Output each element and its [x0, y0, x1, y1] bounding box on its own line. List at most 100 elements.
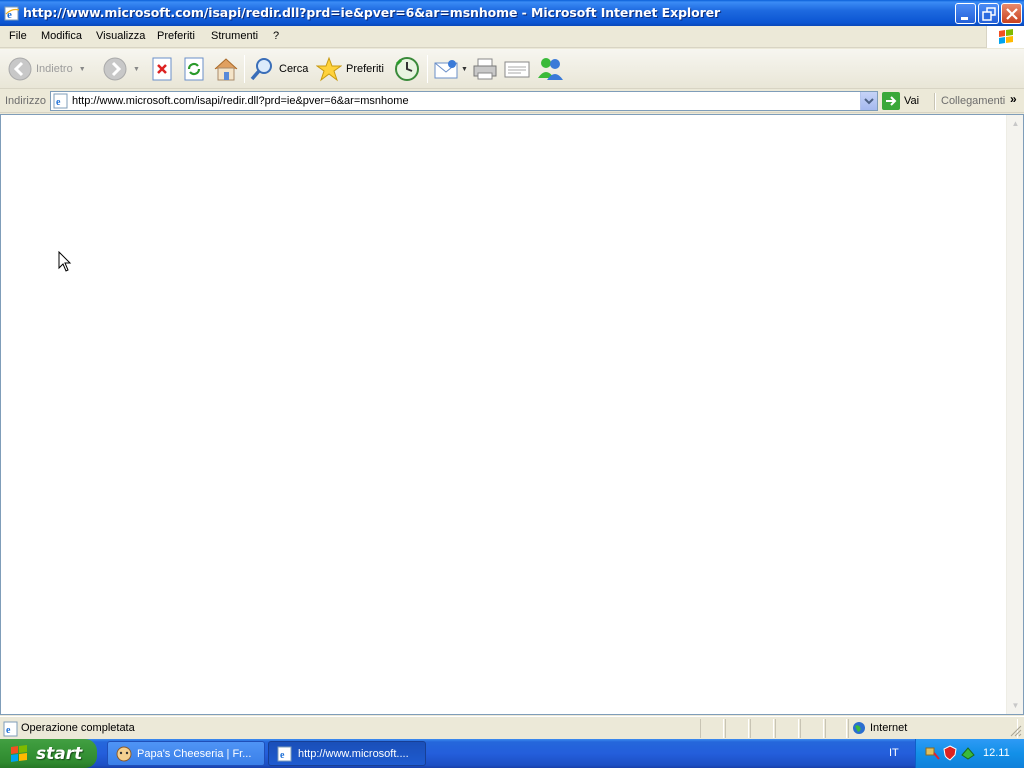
- minimize-button[interactable]: [955, 3, 976, 24]
- windows-flag-icon: [999, 29, 1013, 44]
- start-button[interactable]: start: [0, 739, 97, 768]
- close-button[interactable]: [1001, 3, 1022, 24]
- chevron-down-icon[interactable]: ▼: [79, 66, 86, 73]
- ie-page-icon: e: [53, 93, 68, 109]
- chevron-down-icon: [864, 98, 874, 105]
- search-icon: [250, 58, 272, 81]
- refresh-icon: [184, 57, 204, 81]
- mouse-cursor-icon: [58, 251, 72, 272]
- taskbar-item-cheeseria[interactable]: Papa's Cheeseria | Fr...: [107, 741, 265, 766]
- restore-icon: [982, 7, 996, 21]
- windows-logo: [986, 26, 1024, 48]
- page-content[interactable]: ▲ ▼: [0, 114, 1024, 715]
- star-icon: [316, 56, 342, 82]
- taskbar: start Papa's Cheeseria | Fr... e http://…: [0, 739, 1024, 768]
- home-button[interactable]: [213, 53, 239, 85]
- windows-flag-icon: [11, 744, 27, 762]
- minimize-icon: [961, 17, 968, 20]
- menu-visualizza[interactable]: Visualizza: [96, 30, 145, 42]
- edit-page-icon: [504, 61, 530, 78]
- edit-button[interactable]: [503, 53, 531, 85]
- status-pane: [700, 719, 724, 738]
- mail-button[interactable]: ▼: [433, 53, 468, 85]
- scroll-down-icon[interactable]: ▼: [1008, 698, 1023, 713]
- status-pane: [825, 719, 847, 738]
- svg-text:e: e: [56, 97, 61, 108]
- status-pane: [725, 719, 749, 738]
- search-button[interactable]: Cerca: [249, 53, 308, 85]
- window-title: http://www.microsoft.com/isapi/redir.dll…: [23, 5, 721, 20]
- back-arrow-icon: [8, 57, 32, 81]
- favorites-label: Preferiti: [346, 63, 384, 75]
- search-label: Cerca: [279, 63, 309, 75]
- game-icon: [116, 746, 132, 761]
- toolbar-separator: [427, 55, 428, 83]
- favorites-button[interactable]: Preferiti: [316, 53, 384, 85]
- menu-strumenti[interactable]: Strumenti: [211, 30, 258, 42]
- address-url: http://www.microsoft.com/isapi/redir.dll…: [72, 95, 409, 107]
- status-bar: e Operazione completata Internet: [0, 716, 1024, 739]
- task-label: Papa's Cheeseria | Fr...: [137, 747, 252, 760]
- zone-label: Internet: [870, 722, 908, 734]
- globe-icon: [853, 722, 865, 734]
- taskbar-item-ie[interactable]: e http://www.microsoft....: [268, 741, 426, 766]
- links-label[interactable]: Collegamenti: [941, 95, 1005, 107]
- network-icon[interactable]: [924, 745, 940, 761]
- task-label: http://www.microsoft....: [298, 747, 409, 760]
- go-button[interactable]: Vai: [882, 91, 919, 111]
- links-more-icon[interactable]: »: [1010, 92, 1017, 106]
- print-button[interactable]: [472, 53, 498, 85]
- ie-window: e http://www.microsoft.com/isapi/redir.d…: [0, 0, 1024, 739]
- status-pane: [775, 719, 799, 738]
- go-label: Vai: [904, 95, 920, 107]
- stop-button[interactable]: [151, 53, 173, 85]
- system-tray: 12.11: [915, 739, 1024, 768]
- restore-button[interactable]: [978, 3, 999, 24]
- chevron-down-icon[interactable]: ▼: [461, 66, 468, 73]
- close-icon: [1006, 8, 1018, 20]
- ie-page-icon: e: [3, 721, 18, 737]
- internet-explorer-icon: e: [277, 746, 292, 761]
- svg-text:e: e: [6, 725, 11, 736]
- internet-explorer-icon: e: [4, 6, 20, 21]
- printer-icon: [473, 58, 497, 80]
- chevron-down-icon[interactable]: ▼: [133, 66, 140, 73]
- vertical-scrollbar[interactable]: ▲ ▼: [1006, 115, 1023, 714]
- resize-grip-icon[interactable]: [1010, 725, 1022, 737]
- menu-file[interactable]: File: [9, 30, 27, 42]
- security-shield-icon[interactable]: [942, 745, 958, 761]
- address-input[interactable]: e http://www.microsoft.com/isapi/redir.d…: [50, 91, 878, 111]
- messenger-icon: [538, 58, 563, 80]
- address-bar: Indirizzo e http://www.microsoft.com/isa…: [0, 90, 1024, 113]
- scroll-up-icon[interactable]: ▲: [1008, 116, 1023, 131]
- title-bar[interactable]: e http://www.microsoft.com/isapi/redir.d…: [0, 0, 1024, 26]
- history-icon: [395, 57, 419, 81]
- history-button[interactable]: [394, 53, 420, 85]
- back-button[interactable]: Indietro ▼: [8, 53, 86, 85]
- status-pane: [750, 719, 774, 738]
- status-pane: [800, 719, 824, 738]
- standard-toolbar: Indietro ▼ ▼ Cerca Preferiti ▼: [0, 49, 1024, 89]
- home-icon: [214, 58, 238, 81]
- start-label: start: [36, 743, 83, 764]
- go-arrow-icon: [882, 92, 900, 110]
- language-indicator[interactable]: IT: [889, 747, 899, 759]
- update-icon[interactable]: [960, 745, 976, 761]
- forward-button[interactable]: ▼: [103, 53, 140, 85]
- back-label: Indietro: [36, 63, 73, 75]
- stop-icon: [152, 57, 172, 81]
- refresh-button[interactable]: [183, 53, 205, 85]
- mail-icon: [434, 60, 458, 79]
- menu-bar: File Modifica Visualizza Preferiti Strum…: [0, 26, 1024, 48]
- messenger-button[interactable]: [536, 53, 564, 85]
- forward-arrow-icon: [103, 57, 127, 81]
- address-label: Indirizzo: [5, 95, 46, 107]
- security-zone[interactable]: Internet: [852, 721, 907, 735]
- address-separator: [934, 93, 936, 110]
- toolbar-separator: [244, 55, 245, 83]
- menu-help[interactable]: ?: [273, 30, 279, 42]
- clock[interactable]: 12.11: [983, 747, 1010, 759]
- address-dropdown-button[interactable]: [860, 92, 877, 110]
- menu-preferiti[interactable]: Preferiti: [157, 30, 195, 42]
- menu-modifica[interactable]: Modifica: [41, 30, 82, 42]
